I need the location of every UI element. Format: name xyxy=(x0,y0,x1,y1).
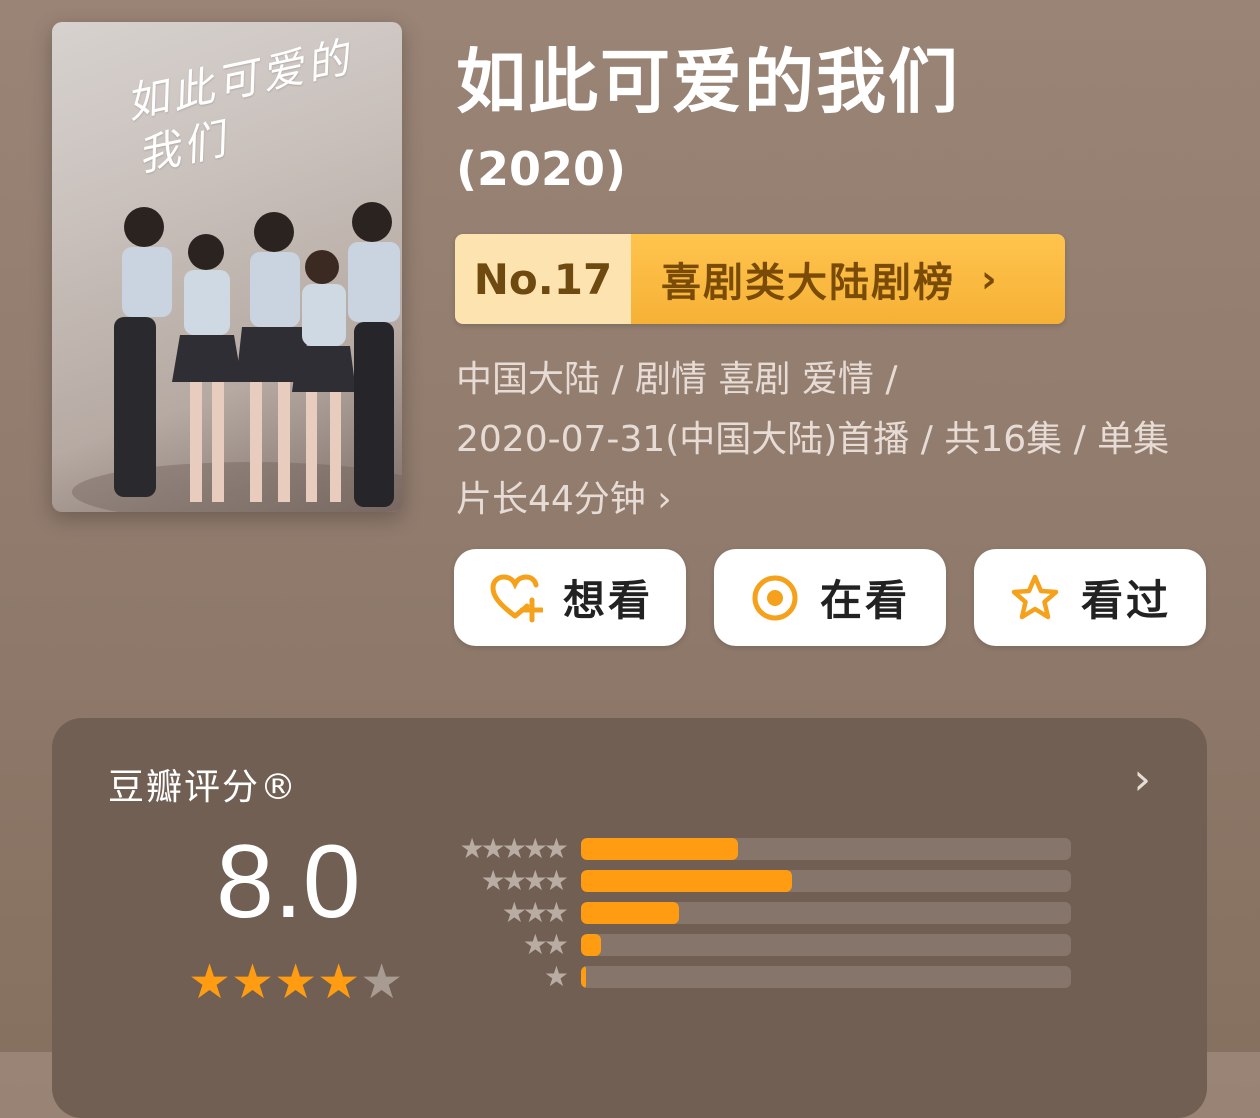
rating-bar-stars: ★ xyxy=(543,960,569,993)
rank-number: No.17 xyxy=(455,234,631,324)
watching-label: 在看 xyxy=(819,576,910,625)
rating-bar-track xyxy=(581,966,1071,988)
meta-info[interactable]: 中国大陆 / 剧情 喜剧 爱情 / 2020-07-31(中国大陆)首播 / 共… xyxy=(456,350,1226,530)
release-year: (2020) xyxy=(456,142,627,196)
rating-bar-track xyxy=(581,838,1071,860)
meta-duration: 片长44分钟 › xyxy=(456,479,672,520)
rating-bar-fill xyxy=(581,934,601,956)
rating-card[interactable]: 豆瓣评分® › 8.0 ★ ★ ★ ★ ★ ★★★★★ ★★★★ ★★★ ★★ ★ xyxy=(52,718,1207,1118)
star-empty-icon: ★ xyxy=(360,954,404,1010)
chevron-right-icon: › xyxy=(981,257,999,301)
rating-bar-stars: ★★ xyxy=(522,928,569,961)
rating-bar-row: ★★ xyxy=(437,928,1071,961)
douban-rating-label: 豆瓣评分® xyxy=(108,767,299,808)
heart-plus-icon xyxy=(490,573,543,622)
rating-bar-fill xyxy=(581,870,792,892)
rating-bar-stars: ★★★★ xyxy=(480,864,569,897)
rating-bar-row: ★ xyxy=(437,960,1071,993)
page-title: 如此可爱的我们 xyxy=(456,41,960,123)
rating-bar-row: ★★★ xyxy=(437,896,1071,929)
watched-label: 看过 xyxy=(1080,576,1171,625)
rating-bar-fill xyxy=(581,838,738,860)
target-circle-icon xyxy=(752,575,798,620)
star-filled-icon: ★ xyxy=(188,954,232,1010)
rating-score: 8.0 xyxy=(216,824,361,940)
rating-bar-track xyxy=(581,870,1071,892)
rating-bar-fill xyxy=(581,902,679,924)
rating-bar-track xyxy=(581,934,1071,956)
star-filled-icon: ★ xyxy=(231,954,275,1010)
rating-bar-track xyxy=(581,902,1071,924)
meta-region-genre: 中国大陆 / 剧情 喜剧 爱情 / xyxy=(456,359,898,400)
meta-air-date: 2020-07-31(中国大陆)首播 / 共16集 / 单集 xyxy=(456,419,1170,460)
rating-bar-stars: ★★★★★ xyxy=(459,832,569,865)
rank-list-name: 喜剧类大陆剧榜 › xyxy=(631,234,1065,324)
poster-image[interactable]: 如此可爱的我们 xyxy=(52,22,402,512)
watched-button[interactable]: 看过 xyxy=(974,549,1206,646)
want-to-watch-button[interactable]: 想看 xyxy=(454,549,686,646)
ranking-badge[interactable]: No.17 喜剧类大陆剧榜 › xyxy=(455,234,1065,324)
rank-list-label: 喜剧类大陆剧榜 xyxy=(661,260,955,306)
cast-figures xyxy=(114,202,400,507)
watching-button[interactable]: 在看 xyxy=(714,549,946,646)
rating-bar-fill xyxy=(581,966,586,988)
rating-bar-row: ★★★★ xyxy=(437,864,1071,897)
rating-bar-stars: ★★★ xyxy=(501,896,569,929)
star-outline-icon xyxy=(1011,574,1059,619)
rating-bar-row: ★★★★★ xyxy=(437,832,1071,865)
want-to-watch-label: 想看 xyxy=(562,576,653,625)
star-filled-icon: ★ xyxy=(317,954,361,1010)
rating-stars: ★ ★ ★ ★ ★ xyxy=(188,958,403,1006)
star-filled-icon: ★ xyxy=(274,954,318,1010)
chevron-right-icon[interactable]: › xyxy=(1133,754,1151,805)
